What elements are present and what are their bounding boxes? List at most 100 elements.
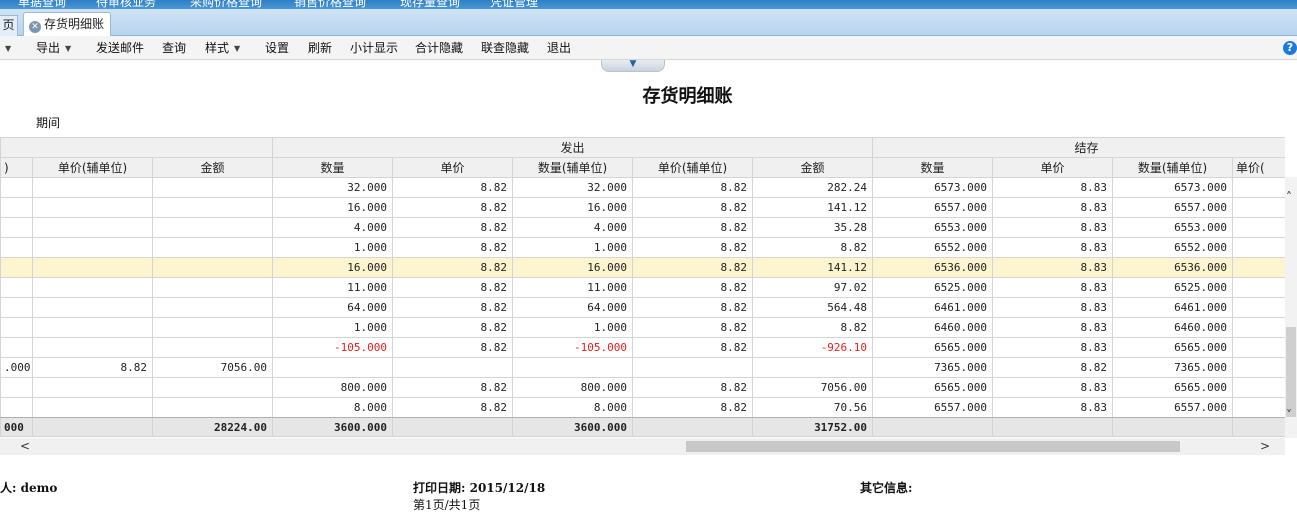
column-header[interactable]: 数量(辅单位) (512, 157, 634, 178)
table-row[interactable]: 1.000 8.82 1.000 8.82 8.82 6460.000 8.83 6460.0… (0, 317, 1285, 338)
vertical-scroll-thumb[interactable] (1286, 327, 1296, 417)
scroll-down-icon[interactable]: ˅ (1286, 409, 1292, 421)
exit-button[interactable]: 退出 (547, 36, 571, 60)
table-cell (752, 357, 874, 378)
column-header[interactable]: 单价(辅单位) (632, 157, 754, 178)
table-cell: 6460.000 (872, 317, 994, 338)
report-title: 存货明细账 (642, 86, 733, 107)
tab-previous[interactable]: 页 (0, 15, 18, 36)
table-cell: 8.82 (992, 357, 1114, 378)
column-header[interactable]: 金额 (752, 157, 874, 178)
table-row[interactable]: 16.000 8.82 16.000 8.82 141.12 6557.000 8.83 65… (0, 197, 1285, 218)
table-cell (1232, 177, 1285, 198)
scroll-up-icon[interactable]: ˄ (1286, 191, 1292, 203)
table-cell: 8.82 (632, 197, 754, 218)
table-row[interactable]: 8.000 8.82 8.000 8.82 70.56 6557.000 8.83 6557.… (0, 397, 1285, 418)
table-cell: 8.83 (992, 237, 1114, 258)
table-cell: 8.82 (632, 217, 754, 238)
tab-inventory-detail-ledger[interactable]: ✕ 存货明细账 (23, 12, 111, 37)
table-row[interactable]: 4.000 8.82 4.000 8.82 35.28 6553.000 8.83 6553.… (0, 217, 1285, 238)
column-header[interactable]: ) (0, 157, 33, 178)
settings-button[interactable]: 设置 (265, 36, 289, 60)
menu-item-purchase-price-query[interactable]: 采购价格查询 (190, 0, 262, 9)
table-cell: 8.82 (392, 297, 514, 318)
column-header[interactable]: 数量(辅单位) (1112, 157, 1234, 178)
table-row[interactable]: 11.000 8.82 11.000 8.82 97.02 6525.000 8.83 652… (0, 277, 1285, 298)
table-row[interactable]: 800.000 8.82 800.000 8.82 7056.00 6565.000 8.8… (0, 377, 1285, 398)
horizontal-scroll-thumb[interactable] (686, 441, 1180, 452)
subtotal-toggle-button[interactable]: 小计显示 (350, 36, 398, 60)
column-header[interactable]: 金额 (151, 157, 274, 178)
table-cell: 6525.000 (1112, 277, 1234, 298)
top-menu-bar: 单据查询 待审核业务 采购价格查询 销售价格查询 现存量查询 凭证管理 (0, 0, 1297, 9)
collapse-handle[interactable]: ▼ (601, 60, 665, 72)
table-cell: 35.28 (752, 217, 874, 238)
table-cell (1232, 297, 1285, 318)
menu-item-pending-review[interactable]: 待审核业务 (96, 0, 156, 9)
table-row[interactable]: -105.000 8.82 -105.000 8.82 -926.10 6565.000 8… (0, 337, 1285, 358)
table-cell: 1.000 (272, 237, 394, 258)
table-cell (32, 317, 153, 338)
table-cell (32, 177, 153, 198)
table-cell: 800.000 (512, 377, 634, 398)
table-cell (1232, 237, 1285, 258)
table-cell: -105.000 (512, 337, 634, 358)
total-cell (1232, 417, 1285, 437)
menu-item-sales-price-query[interactable]: 销售价格查询 (294, 0, 366, 9)
table-cell: 8.82 (392, 337, 514, 358)
table-cell (151, 237, 274, 258)
related-hide-button[interactable]: 联查隐藏 (481, 36, 529, 60)
toolbar-dropdown-icon[interactable]: ▼ (5, 36, 11, 60)
export-button[interactable]: 导出 ▼ (36, 36, 71, 60)
totals-row: 000 28224.00 3600.000 3600.000 31752.00 (0, 417, 1285, 437)
table-cell: 800.000 (272, 377, 394, 398)
table-cell: 1.000 (272, 317, 394, 338)
menu-item-voucher-management[interactable]: 凭证管理 (490, 0, 538, 9)
table-cell (0, 217, 33, 238)
table-cell: 8.83 (992, 277, 1114, 298)
table-row[interactable]: 1.000 8.82 1.000 8.82 8.82 6552.000 8.83 6552.0… (0, 237, 1285, 258)
table-row[interactable]: 64.000 8.82 64.000 8.82 564.48 6461.000 8.83 64… (0, 297, 1285, 318)
table-cell: 8.82 (392, 377, 514, 398)
scroll-right-icon[interactable]: > (1260, 440, 1270, 452)
table-cell (1232, 277, 1285, 298)
table-cell: 32.000 (512, 177, 634, 198)
vertical-scrollbar[interactable]: ˄ ˅ (1285, 177, 1297, 438)
column-header[interactable]: 单价( (1232, 157, 1285, 178)
column-header[interactable]: 单价 (392, 157, 514, 178)
table-cell: 8.82 (392, 397, 514, 418)
send-mail-button[interactable]: 发送邮件 (96, 36, 144, 60)
table-cell: 6565.000 (872, 377, 994, 398)
help-icon[interactable]: ? (1283, 41, 1297, 55)
column-header[interactable]: 数量 (872, 157, 994, 178)
total-cell: 000 (0, 417, 33, 437)
table-cell (1232, 357, 1285, 378)
query-button[interactable]: 查询 (162, 36, 186, 60)
style-button[interactable]: 样式 ▼ (205, 36, 240, 60)
table-cell: 8.83 (992, 297, 1114, 318)
column-header[interactable]: 数量 (272, 157, 394, 178)
menu-item-document-query[interactable]: 单据查询 (18, 0, 66, 9)
total-cell (1112, 417, 1234, 437)
table-cell: 6557.000 (1112, 197, 1234, 218)
menu-item-stock-query[interactable]: 现存量查询 (400, 0, 460, 9)
table-cell: 1.000 (512, 237, 634, 258)
total-cell (992, 417, 1114, 437)
table-cell: 70.56 (752, 397, 874, 418)
close-icon[interactable]: ✕ (29, 21, 41, 33)
table-cell: 7365.000 (872, 357, 994, 378)
scroll-left-icon[interactable]: < (20, 440, 30, 452)
total-hide-button[interactable]: 合计隐藏 (415, 36, 463, 60)
table-row[interactable]: 32.000 8.82 32.000 8.82 282.24 6573.000 8.83 65… (0, 177, 1285, 198)
table-row[interactable]: 16.000 8.82 16.000 8.82 141.12 6536.000 8.83 65… (0, 257, 1285, 278)
horizontal-scrollbar[interactable]: < > (0, 438, 1285, 455)
table-cell: 6553.000 (1112, 217, 1234, 238)
data-grid: 发出 结存 ) 单价(辅单位) 金额 数量 单价 数量(辅单位) 单价(辅单位)… (0, 137, 1285, 438)
column-header[interactable]: 单价(辅单位) (32, 157, 153, 178)
refresh-button[interactable]: 刷新 (308, 36, 332, 60)
table-cell: 8.82 (632, 297, 754, 318)
table-cell: 7056.00 (151, 357, 274, 378)
table-row[interactable]: .000 8.82 7056.00 7365.000 8.82 7365.000 (0, 357, 1285, 378)
table-cell: 8.83 (992, 377, 1114, 398)
column-header[interactable]: 单价 (992, 157, 1114, 178)
